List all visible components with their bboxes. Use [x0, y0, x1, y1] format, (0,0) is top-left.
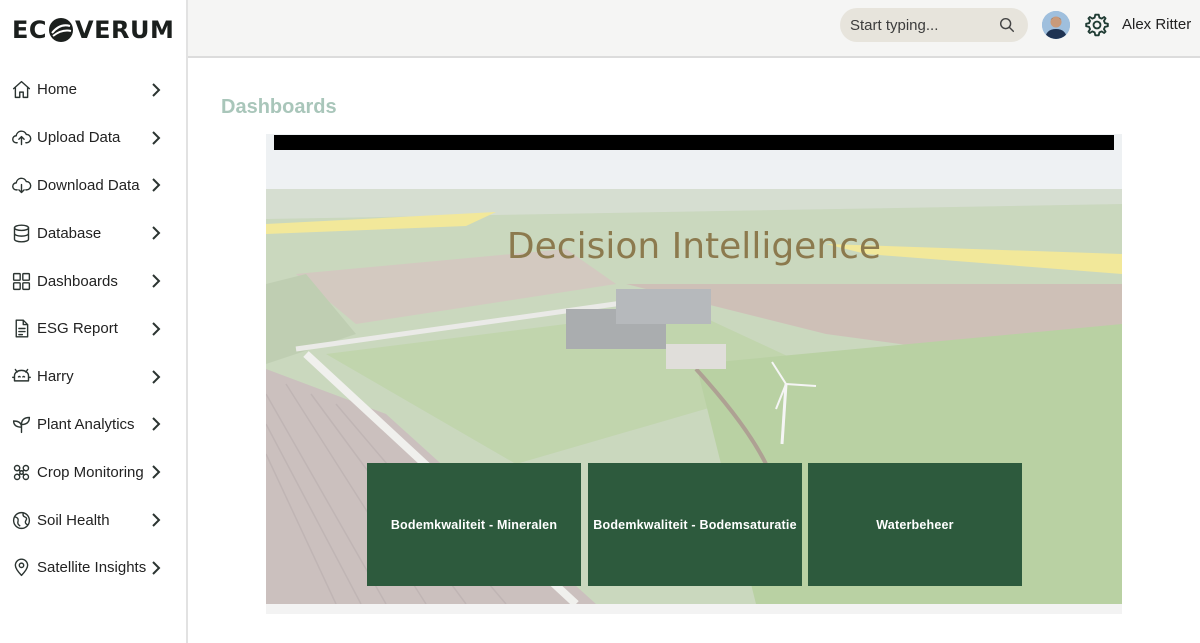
sidebar-item-label: Upload Data: [37, 129, 121, 147]
sidebar-item-home[interactable]: Home: [0, 66, 186, 114]
sidebar-item-label: Soil Health: [37, 511, 110, 529]
globe-logo-icon: [49, 18, 74, 42]
search-input[interactable]: [850, 16, 990, 34]
tile-bodemkwaliteit-bodemsaturatie[interactable]: Bodemkwaliteit - Bodemsaturatie: [588, 463, 802, 586]
chevron-right-icon: [148, 177, 164, 193]
robot-icon: [10, 366, 32, 388]
tile-bodemkwaliteit-mineralen[interactable]: Bodemkwaliteit - Mineralen: [367, 463, 581, 586]
sidebar-item-label: Plant Analytics: [37, 415, 135, 433]
sidebar-item-dashboards[interactable]: Dashboards: [0, 257, 186, 305]
document-icon: [10, 318, 32, 340]
sidebar-item-label: Crop Monitoring: [37, 463, 144, 481]
sidebar-item-label: Dashboards: [37, 272, 118, 290]
sidebar-item-esg-report[interactable]: ESG Report: [0, 305, 186, 353]
chevron-right-icon: [148, 130, 164, 146]
sidebar-nav: Home Upload Data Download Data Database …: [0, 66, 186, 592]
user-name[interactable]: Alex Ritter: [1122, 16, 1191, 33]
embedded-report: Decision Intelligence Bodemkwaliteit - M…: [266, 134, 1122, 604]
map-pin-icon: [10, 557, 32, 579]
top-bar: Alex Ritter: [188, 0, 1200, 58]
sidebar-item-label: ESG Report: [37, 320, 118, 338]
cloud-upload-icon: [10, 127, 32, 149]
grid-icon: [10, 270, 32, 292]
sidebar-item-harry[interactable]: Harry: [0, 353, 186, 401]
chevron-right-icon: [148, 464, 164, 480]
chevron-right-icon: [148, 560, 164, 576]
report-header-bar: [274, 135, 1114, 150]
sidebar-item-label: Harry: [37, 368, 74, 386]
report-heading: Decision Intelligence: [506, 226, 882, 267]
sidebar-item-upload-data[interactable]: Upload Data: [0, 114, 186, 162]
crop-icon: [10, 461, 32, 483]
sidebar-item-crop-monitoring[interactable]: Crop Monitoring: [0, 448, 186, 496]
globe-icon: [10, 509, 32, 531]
sidebar-item-soil-health[interactable]: Soil Health: [0, 496, 186, 544]
chevron-right-icon: [148, 369, 164, 385]
search-box[interactable]: [840, 8, 1028, 42]
sidebar: EC VERUM Home Upload Data Download Data D…: [0, 0, 188, 643]
brand-logo[interactable]: EC VERUM: [12, 14, 174, 46]
leaf-icon: [10, 413, 32, 435]
chevron-right-icon: [148, 416, 164, 432]
sidebar-item-label: Download Data: [37, 176, 140, 194]
sidebar-item-plant-analytics[interactable]: Plant Analytics: [0, 401, 186, 449]
home-icon: [10, 79, 32, 101]
avatar[interactable]: [1042, 11, 1070, 39]
gear-icon[interactable]: [1084, 12, 1110, 38]
sidebar-item-label: Satellite Insights: [37, 559, 147, 577]
brand-logo-text-2: VERUM: [75, 16, 175, 44]
sidebar-item-label: Home: [37, 81, 78, 99]
database-icon: [10, 222, 32, 244]
search-icon[interactable]: [998, 16, 1016, 34]
sidebar-item-label: Database: [37, 224, 102, 242]
cloud-download-icon: [10, 174, 32, 196]
tile-waterbeheer[interactable]: Waterbeheer: [808, 463, 1022, 586]
sidebar-item-satellite-insights[interactable]: Satellite Insights: [0, 544, 186, 592]
report-footer: [266, 604, 1122, 614]
chevron-right-icon: [148, 82, 164, 98]
sidebar-item-database[interactable]: Database: [0, 209, 186, 257]
chevron-right-icon: [148, 273, 164, 289]
chevron-right-icon: [148, 512, 164, 528]
sidebar-item-download-data[interactable]: Download Data: [0, 162, 186, 210]
chevron-right-icon: [148, 225, 164, 241]
chevron-right-icon: [148, 321, 164, 337]
brand-logo-text: EC: [12, 16, 48, 44]
page-title: Dashboards: [221, 96, 337, 118]
